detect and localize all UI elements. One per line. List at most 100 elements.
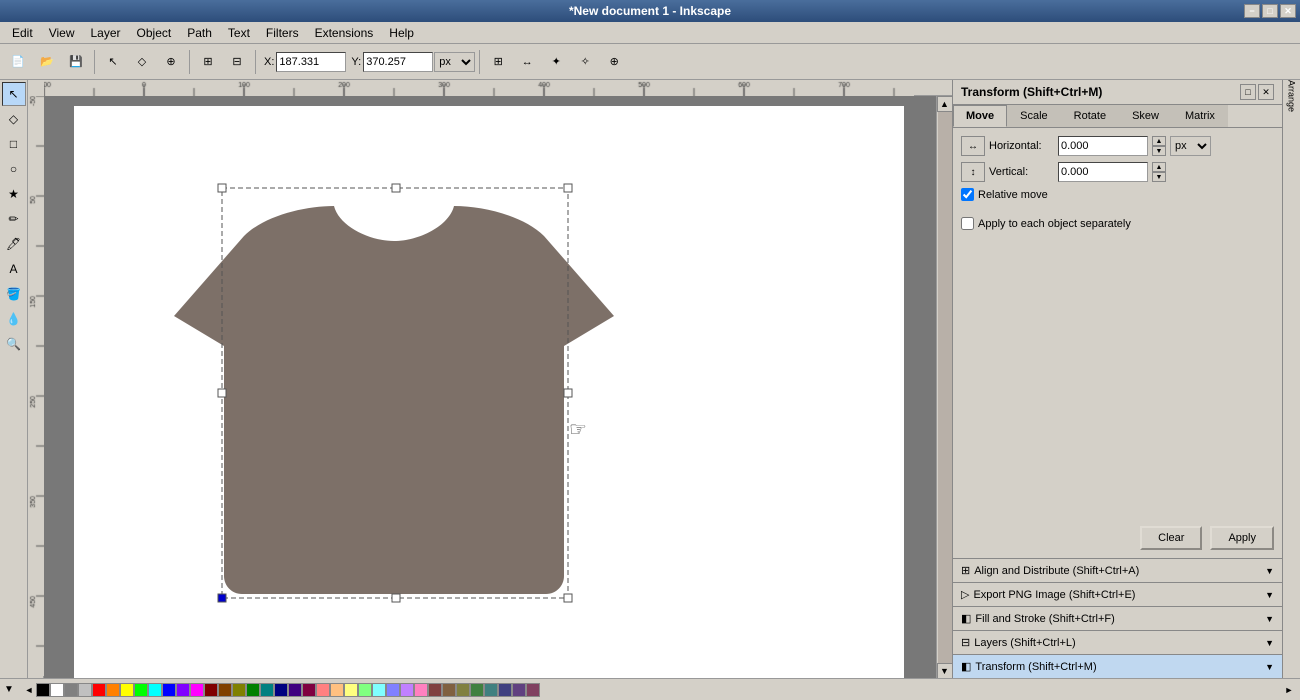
color-swatch-0[interactable]: [36, 683, 50, 697]
maximize-button[interactable]: □: [1262, 4, 1278, 18]
zoom-tool[interactable]: ⊕: [157, 48, 185, 76]
scroll-down-button[interactable]: ▼: [937, 663, 953, 678]
menu-item-path[interactable]: Path: [179, 24, 220, 42]
group-button[interactable]: ⊞: [194, 48, 222, 76]
handle-tl[interactable]: [218, 184, 226, 192]
menu-item-extensions[interactable]: Extensions: [307, 24, 382, 42]
color-swatch-21[interactable]: [330, 683, 344, 697]
apply-each-label[interactable]: Apply to each object separately: [978, 218, 1131, 230]
save-button[interactable]: 💾: [62, 48, 90, 76]
text-tool[interactable]: A: [2, 257, 26, 281]
color-swatch-3[interactable]: [78, 683, 92, 697]
handle-bm[interactable]: [392, 594, 400, 602]
color-swatch-20[interactable]: [316, 683, 330, 697]
menu-item-layer[interactable]: Layer: [82, 24, 128, 42]
eyedropper[interactable]: 💧: [2, 307, 26, 331]
color-swatch-13[interactable]: [218, 683, 232, 697]
menu-item-help[interactable]: Help: [381, 24, 422, 42]
color-swatch-5[interactable]: [106, 683, 120, 697]
horizontal-unit[interactable]: px mm cm in: [1170, 136, 1211, 156]
color-swatch-6[interactable]: [120, 683, 134, 697]
align-button[interactable]: ⊞: [484, 48, 512, 76]
color-swatch-2[interactable]: [64, 683, 78, 697]
paint-bucket[interactable]: 🪣: [2, 282, 26, 306]
arrange-button[interactable]: Arrange: [1285, 84, 1299, 108]
pen-tool[interactable]: 🖊: [2, 232, 26, 256]
select-tool[interactable]: ↖: [99, 48, 127, 76]
vertical-spin-up[interactable]: ▲: [1152, 162, 1166, 172]
panel-detach-button[interactable]: □: [1240, 84, 1256, 100]
menu-item-object[interactable]: Object: [129, 24, 180, 42]
color-swatch-27[interactable]: [414, 683, 428, 697]
color-swatch-18[interactable]: [288, 683, 302, 697]
color-swatch-14[interactable]: [232, 683, 246, 697]
menu-item-filters[interactable]: Filters: [258, 24, 307, 42]
ungroup-button[interactable]: ⊟: [223, 48, 251, 76]
color-swatch-12[interactable]: [204, 683, 218, 697]
node-tool[interactable]: ◇: [128, 48, 156, 76]
color-swatch-33[interactable]: [498, 683, 512, 697]
color-swatch-34[interactable]: [512, 683, 526, 697]
color-swatch-32[interactable]: [484, 683, 498, 697]
tab-matrix[interactable]: Matrix: [1172, 105, 1228, 127]
scroll-up-button[interactable]: ▲: [937, 96, 953, 112]
menu-item-text[interactable]: Text: [220, 24, 258, 42]
relative-move-checkbox[interactable]: [961, 188, 974, 201]
apply-button[interactable]: Apply: [1210, 526, 1274, 550]
panel-header-align[interactable]: ⊞ Align and Distribute (Shift+Ctrl+A) ▼: [953, 559, 1282, 582]
color-swatch-19[interactable]: [302, 683, 316, 697]
panel-header-export[interactable]: ▷ Export PNG Image (Shift+Ctrl+E) ▼: [953, 583, 1282, 606]
menu-item-edit[interactable]: Edit: [4, 24, 41, 42]
color-swatch-25[interactable]: [386, 683, 400, 697]
panel-header-fill[interactable]: ◧ Fill and Stroke (Shift+Ctrl+F) ▼: [953, 607, 1282, 630]
tab-skew[interactable]: Skew: [1119, 105, 1172, 127]
vertical-input[interactable]: [1058, 162, 1148, 182]
horizontal-spin-down[interactable]: ▼: [1152, 146, 1166, 156]
palette-left-arrow[interactable]: ◄: [22, 683, 36, 697]
relative-move-label[interactable]: Relative move: [978, 189, 1048, 201]
handle-ml[interactable]: [218, 389, 226, 397]
color-swatch-4[interactable]: [92, 683, 106, 697]
color-swatch-11[interactable]: [190, 683, 204, 697]
selector-tool[interactable]: ↖: [2, 82, 26, 106]
handle-bl[interactable]: [218, 594, 226, 602]
color-swatch-17[interactable]: [274, 683, 288, 697]
handle-mr[interactable]: [564, 389, 572, 397]
canvas-scroll[interactable]: ☞: [44, 96, 936, 678]
star-tool[interactable]: ★: [2, 182, 26, 206]
color-swatch-8[interactable]: [148, 683, 162, 697]
vertical-spin-down[interactable]: ▼: [1152, 172, 1166, 182]
ellipse-tool[interactable]: ○: [2, 157, 26, 181]
apply-each-checkbox[interactable]: [961, 217, 974, 230]
open-button[interactable]: 📂: [33, 48, 61, 76]
color-swatch-9[interactable]: [162, 683, 176, 697]
color-swatch-16[interactable]: [260, 683, 274, 697]
horizontal-input[interactable]: [1058, 136, 1148, 156]
tab-scale[interactable]: Scale: [1007, 105, 1061, 127]
clear-button[interactable]: Clear: [1140, 526, 1202, 550]
node-edit-tool[interactable]: ◇: [2, 107, 26, 131]
color-swatch-1[interactable]: [50, 683, 64, 697]
color-swatch-22[interactable]: [344, 683, 358, 697]
pencil-tool[interactable]: ✏: [2, 207, 26, 231]
new-button[interactable]: 📄: [4, 48, 32, 76]
minimize-button[interactable]: −: [1244, 4, 1260, 18]
tab-move[interactable]: Move: [953, 105, 1007, 127]
handle-tr[interactable]: [564, 184, 572, 192]
color-swatch-10[interactable]: [176, 683, 190, 697]
snap-button[interactable]: ✦: [542, 48, 570, 76]
color-swatch-28[interactable]: [428, 683, 442, 697]
color-swatch-31[interactable]: [470, 683, 484, 697]
panel-header-layers[interactable]: ⊟ Layers (Shift+Ctrl+L) ▼: [953, 631, 1282, 654]
y-input[interactable]: [363, 52, 433, 72]
zoom-tool-left[interactable]: 🔍: [2, 332, 26, 356]
rect-tool[interactable]: □: [2, 132, 26, 156]
handle-tm[interactable]: [392, 184, 400, 192]
color-swatch-15[interactable]: [246, 683, 260, 697]
color-swatch-24[interactable]: [372, 683, 386, 697]
panel-close-button[interactable]: ✕: [1258, 84, 1274, 100]
close-button[interactable]: ✕: [1280, 4, 1296, 18]
menu-item-view[interactable]: View: [41, 24, 83, 42]
palette-right-arrow[interactable]: ►: [1282, 683, 1296, 697]
horizontal-spin-up[interactable]: ▲: [1152, 136, 1166, 146]
